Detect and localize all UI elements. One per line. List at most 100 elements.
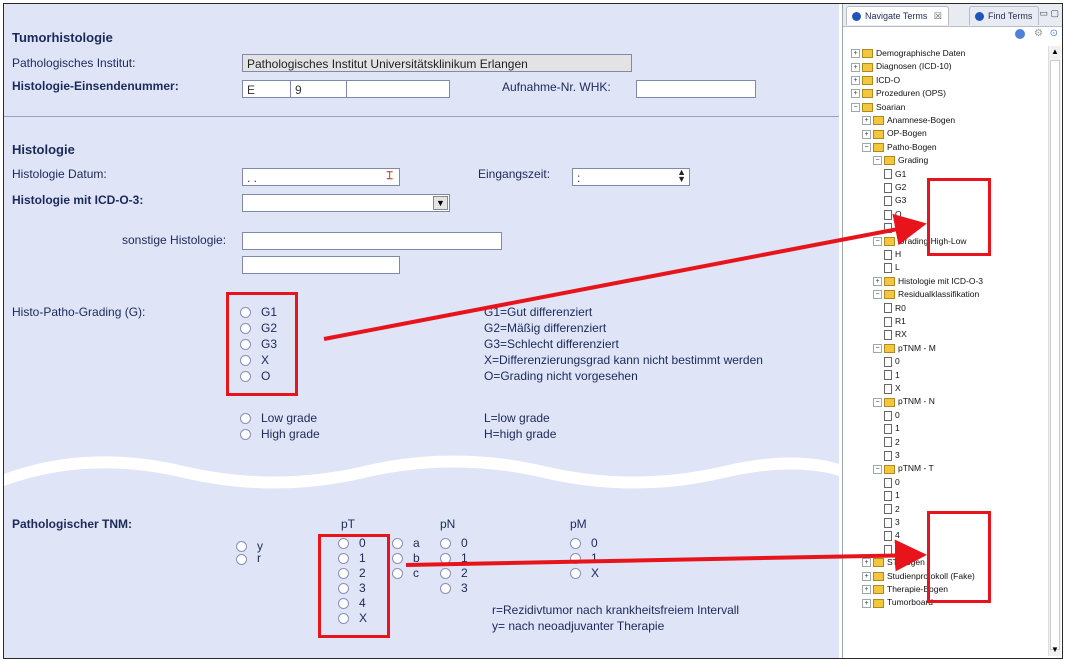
radio-button[interactable] — [392, 538, 403, 550]
tree-folder[interactable]: − pTNM - M — [873, 341, 936, 355]
calendar-icon[interactable]: ⌶ — [386, 170, 393, 183]
collapse-icon[interactable]: − — [873, 397, 882, 407]
tree-term[interactable]: 1 — [884, 488, 900, 502]
radio-button[interactable] — [440, 568, 451, 580]
tree-folder[interactable]: − Soarian — [851, 100, 905, 114]
radio-option-r[interactable]: r — [236, 552, 263, 565]
radio-option-pm[interactable]: 1 — [570, 551, 599, 566]
radio-option-suffix[interactable]: c — [392, 566, 420, 581]
close-icon[interactable]: ☒ — [934, 11, 942, 21]
tree-folder[interactable]: + ST-Bogen — [862, 555, 925, 569]
radio-button[interactable] — [440, 538, 451, 550]
datum-field[interactable]: . . ⌶ — [242, 168, 400, 186]
tree-term[interactable]: X — [884, 542, 901, 556]
tab-find-terms[interactable]: Find Terms — [969, 6, 1040, 25]
radio-button[interactable] — [392, 553, 403, 565]
expand-icon[interactable]: + — [862, 129, 871, 139]
radio-option-low[interactable]: Low grade — [240, 410, 320, 426]
chevron-down-icon[interactable]: ▼ — [433, 196, 448, 210]
collapse-icon[interactable]: − — [862, 143, 871, 153]
tree-term[interactable]: G3 — [884, 193, 906, 207]
collapse-icon[interactable]: − — [873, 236, 882, 246]
tree-term[interactable]: 3 — [884, 515, 900, 529]
spinner-icon[interactable]: ▲ ▼ — [677, 168, 686, 184]
tree-folder[interactable]: + ICD-O — [851, 73, 900, 87]
expand-icon[interactable]: + — [862, 585, 871, 595]
expand-icon[interactable]: + — [851, 76, 860, 86]
tree-term[interactable]: 1 — [884, 421, 900, 435]
tree-folder[interactable]: − Patho-Bogen — [862, 140, 937, 154]
radio-option-pn[interactable]: 3 — [440, 581, 468, 596]
tree-folder[interactable]: + Tumorboard — [862, 595, 933, 609]
tree-term[interactable]: R1 — [884, 314, 906, 328]
eingangszeit-field[interactable]: : ▲ ▼ — [572, 168, 690, 186]
expand-icon[interactable]: + — [862, 558, 871, 568]
tree-folder[interactable]: + Prozeduren (OPS) — [851, 86, 946, 100]
expand-icon[interactable]: + — [851, 49, 860, 59]
radio-button[interactable] — [236, 553, 247, 565]
expand-icon[interactable]: + — [851, 89, 860, 99]
radio-option-pn[interactable]: 0 — [440, 536, 468, 551]
vertical-scrollbar[interactable]: ▲ ▼ — [1048, 46, 1061, 656]
tree-term[interactable]: R0 — [884, 301, 906, 315]
collapse-icon[interactable]: − — [873, 344, 882, 354]
radio-button[interactable] — [236, 541, 247, 553]
expand-icon[interactable]: + — [862, 116, 871, 126]
tree-term[interactable]: 4 — [884, 528, 900, 542]
tree-folder[interactable]: − Residualklassifikation — [873, 287, 979, 301]
collapse-icon[interactable]: − — [873, 290, 882, 300]
tree-term[interactable]: 2 — [884, 502, 900, 516]
tree-folder[interactable]: + Demographische Daten — [851, 46, 965, 60]
minimize-icon[interactable]: ▭ ▢ — [1039, 8, 1059, 19]
tree-term[interactable]: 3 — [884, 448, 900, 462]
tree-term[interactable]: G2 — [884, 180, 906, 194]
radio-button[interactable] — [440, 583, 451, 595]
tree-term[interactable]: 1 — [884, 368, 900, 382]
tree-term[interactable]: H — [884, 247, 901, 261]
tree-term[interactable]: X — [884, 220, 901, 234]
tree-term[interactable]: 0 — [884, 408, 900, 422]
tab-navigate-terms[interactable]: Navigate Terms ☒ — [846, 6, 949, 25]
scroll-up-icon[interactable]: ▲ — [1049, 46, 1061, 58]
tree-folder[interactable]: + OP-Bogen — [862, 126, 927, 140]
tree-folder[interactable]: − pTNM - T — [873, 461, 934, 475]
expand-icon[interactable]: + — [873, 277, 882, 287]
tree-term[interactable]: 0 — [884, 475, 900, 489]
tree-folder[interactable]: − pTNM - N — [873, 394, 935, 408]
radio-button[interactable] — [240, 413, 251, 425]
radio-option-suffix[interactable]: a — [392, 536, 420, 551]
radio-button[interactable] — [440, 553, 451, 565]
institute-field[interactable]: Pathologisches Institut Universitätsklin… — [242, 54, 632, 72]
collapse-icon[interactable]: − — [873, 464, 882, 474]
tree-term[interactable]: O — [884, 207, 902, 221]
radio-option-suffix[interactable]: b — [392, 551, 420, 566]
tree-term[interactable]: RX — [884, 327, 907, 341]
expand-icon[interactable]: + — [862, 571, 871, 581]
tree-term[interactable]: 2 — [884, 435, 900, 449]
collapse-icon[interactable]: − — [851, 102, 860, 112]
radio-option-high[interactable]: High grade — [240, 426, 320, 442]
tree-term[interactable]: L — [884, 260, 900, 274]
refresh-icon[interactable] — [1015, 29, 1025, 39]
tree-term[interactable]: 0 — [884, 354, 900, 368]
radio-button[interactable] — [570, 553, 581, 565]
radio-option-pm[interactable]: X — [570, 566, 599, 581]
icd-select[interactable]: ▼ — [242, 194, 450, 212]
scroll-down-icon[interactable]: ▼ — [1049, 644, 1061, 656]
expand-icon[interactable]: + — [851, 62, 860, 72]
radio-button[interactable] — [392, 568, 403, 580]
radio-option-pm[interactable]: 0 — [570, 536, 599, 551]
radio-button[interactable] — [570, 538, 581, 550]
einsende-part3-field[interactable] — [346, 80, 450, 98]
tree-folder[interactable]: − Grading — [873, 153, 928, 167]
tree-term[interactable]: G1 — [884, 167, 906, 181]
radio-option-pn[interactable]: 2 — [440, 566, 468, 581]
radio-button[interactable] — [570, 568, 581, 580]
sonstige-field-2[interactable] — [242, 256, 400, 274]
collapse-icon[interactable]: ⚙ — [1034, 28, 1043, 39]
sonstige-field-1[interactable] — [242, 232, 502, 250]
expand-icon[interactable]: + — [862, 598, 871, 608]
radio-button[interactable] — [240, 429, 251, 441]
scrollbar-thumb[interactable] — [1050, 60, 1060, 650]
link-icon[interactable]: ⊙ — [1050, 28, 1058, 39]
